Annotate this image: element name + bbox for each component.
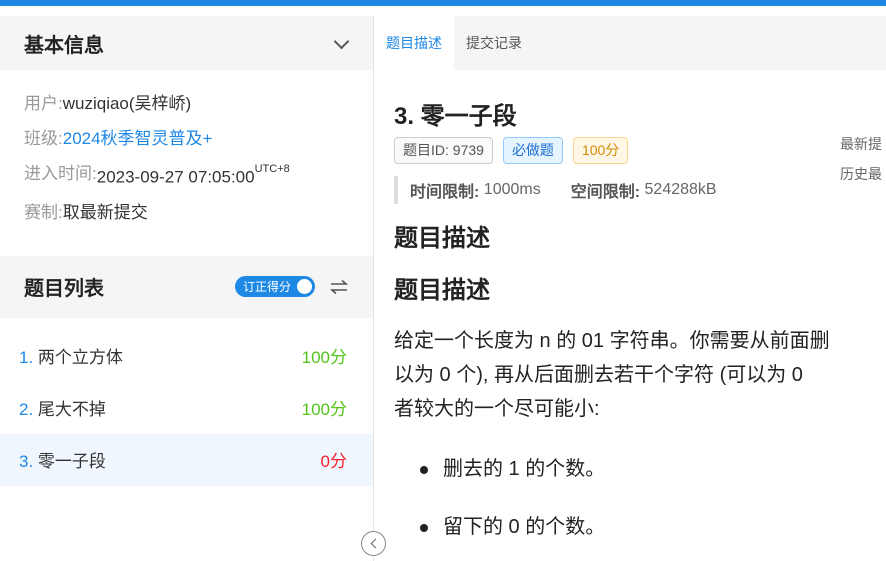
- tab-description[interactable]: 题目描述: [374, 16, 454, 70]
- problem-name: 尾大不掉: [37, 400, 106, 420]
- history-best-note: 历史最: [840, 166, 882, 182]
- corrected-score-toggle[interactable]: 订正得分: [234, 276, 315, 298]
- problem-id-tag: 题目ID: 9739: [394, 137, 493, 164]
- problem-score: 100分: [301, 400, 347, 420]
- limits-bar: 时间限制: 1000ms 空间限制: 524288kB: [394, 176, 866, 204]
- problem-number: 3.: [19, 452, 34, 472]
- section-heading: 题目描述: [394, 225, 490, 252]
- problem-score: 100分: [301, 348, 347, 368]
- time-limit-label: 时间限制:: [410, 184, 480, 201]
- problem-tags: 题目ID: 9739 必做题 100分: [394, 137, 866, 164]
- enter-time-text: 2023-09-27 07:05:00: [96, 167, 255, 187]
- info-row-enter-time: 进入时间: 2023-09-27 07:05:00UTC+8: [24, 156, 349, 195]
- enter-time-value: 2023-09-27 07:05:00UTC+8: [97, 156, 290, 195]
- info-row-class: 班级: 2024秋季智灵普及+: [24, 121, 349, 156]
- timezone: UTC+8: [254, 163, 290, 175]
- tab-submissions[interactable]: 提交记录: [454, 16, 534, 70]
- chevron-down-icon[interactable]: [333, 35, 349, 51]
- problem-list-title: 题目列表: [24, 278, 104, 301]
- bullet-item: 删去的 1 的个数。: [420, 452, 866, 486]
- time-limit-value: 1000ms: [483, 181, 541, 198]
- problem-name: 零一子段: [37, 452, 106, 472]
- paragraph-line: 者较大的一个尽可能小:: [394, 398, 600, 420]
- info-row-rule: 赛制: 取最新提交: [24, 195, 349, 230]
- description-paragraph: 给定一个长度为 n 的 01 字符串。你需要从前面删 以为 0 个), 再从后面…: [394, 324, 866, 426]
- problem-list-header: 题目列表 订正得分: [0, 255, 373, 318]
- tab-bar: 题目描述 提交记录: [374, 16, 886, 70]
- top-accent-bar: [0, 0, 886, 6]
- latest-submission-note: 最新提: [840, 136, 882, 152]
- basic-info-header[interactable]: 基本信息: [0, 16, 373, 70]
- required-tag: 必做题: [502, 137, 563, 164]
- basic-info-list: 用户: wuziqiao(吴梓峤) 班级: 2024秋季智灵普及+ 进入时间: …: [0, 70, 373, 242]
- paragraph-line: 以为 0 个), 再从后面删去若干个字符 (可以为 0: [394, 364, 803, 386]
- problem-label: 1. 两个立方体: [19, 343, 123, 368]
- info-row-user: 用户: wuziqiao(吴梓峤): [24, 86, 349, 121]
- memory-limit-value: 524288kB: [644, 181, 717, 198]
- problem-title: 3. 零一子段: [394, 103, 517, 130]
- toggle-knob: [297, 279, 312, 295]
- toggle-label: 订正得分: [242, 280, 291, 295]
- problem-item-2[interactable]: 2. 尾大不掉 100分: [0, 382, 373, 434]
- problem-label: 2. 尾大不掉: [19, 395, 106, 420]
- problem-label: 3. 零一子段: [19, 447, 106, 472]
- class-label: 班级:: [24, 129, 63, 148]
- sidebar: 基本信息 用户: wuziqiao(吴梓峤) 班级: 2024秋季智灵普及+ 进…: [0, 16, 373, 561]
- swap-icon[interactable]: [329, 279, 349, 295]
- problem-number: 2.: [19, 400, 34, 420]
- paragraph-line: 给定一个长度为 n 的 01 字符串。你需要从前面删: [394, 330, 830, 352]
- main-content: 题目描述 提交记录 3. 零一子段 最新提 历史最 题目ID: 9739 必做题…: [374, 16, 886, 561]
- problem-item-3[interactable]: 3. 零一子段 0分: [0, 433, 373, 486]
- rule-label: 赛制:: [24, 202, 63, 222]
- user-label: 用户:: [24, 94, 63, 113]
- rule-value: 取最新提交: [62, 202, 148, 222]
- problem-content: 3. 零一子段 最新提 历史最 题目ID: 9739 必做题 100分 时间限制…: [374, 96, 886, 544]
- score-tag: 100分: [572, 137, 629, 164]
- problem-list: 1. 两个立方体 100分 2. 尾大不掉 100分 3. 零一子段 0分: [0, 330, 373, 486]
- basic-info-title: 基本信息: [24, 34, 104, 57]
- enter-time-label: 进入时间:: [24, 164, 97, 183]
- problem-score: 0分: [320, 452, 347, 472]
- problem-number: 1.: [19, 348, 34, 368]
- user-value: wuziqiao(吴梓峤): [62, 94, 192, 113]
- section-subheading: 题目描述: [394, 277, 490, 304]
- class-link[interactable]: 2024秋季智灵普及+: [63, 121, 213, 156]
- memory-limit-label: 空间限制:: [570, 184, 641, 201]
- problem-name: 两个立方体: [37, 348, 123, 368]
- problem-item-1[interactable]: 1. 两个立方体 100分: [0, 330, 373, 382]
- bullet-item: 留下的 0 的个数。: [420, 510, 866, 544]
- bullet-list: 删去的 1 的个数。 留下的 0 的个数。: [394, 452, 866, 544]
